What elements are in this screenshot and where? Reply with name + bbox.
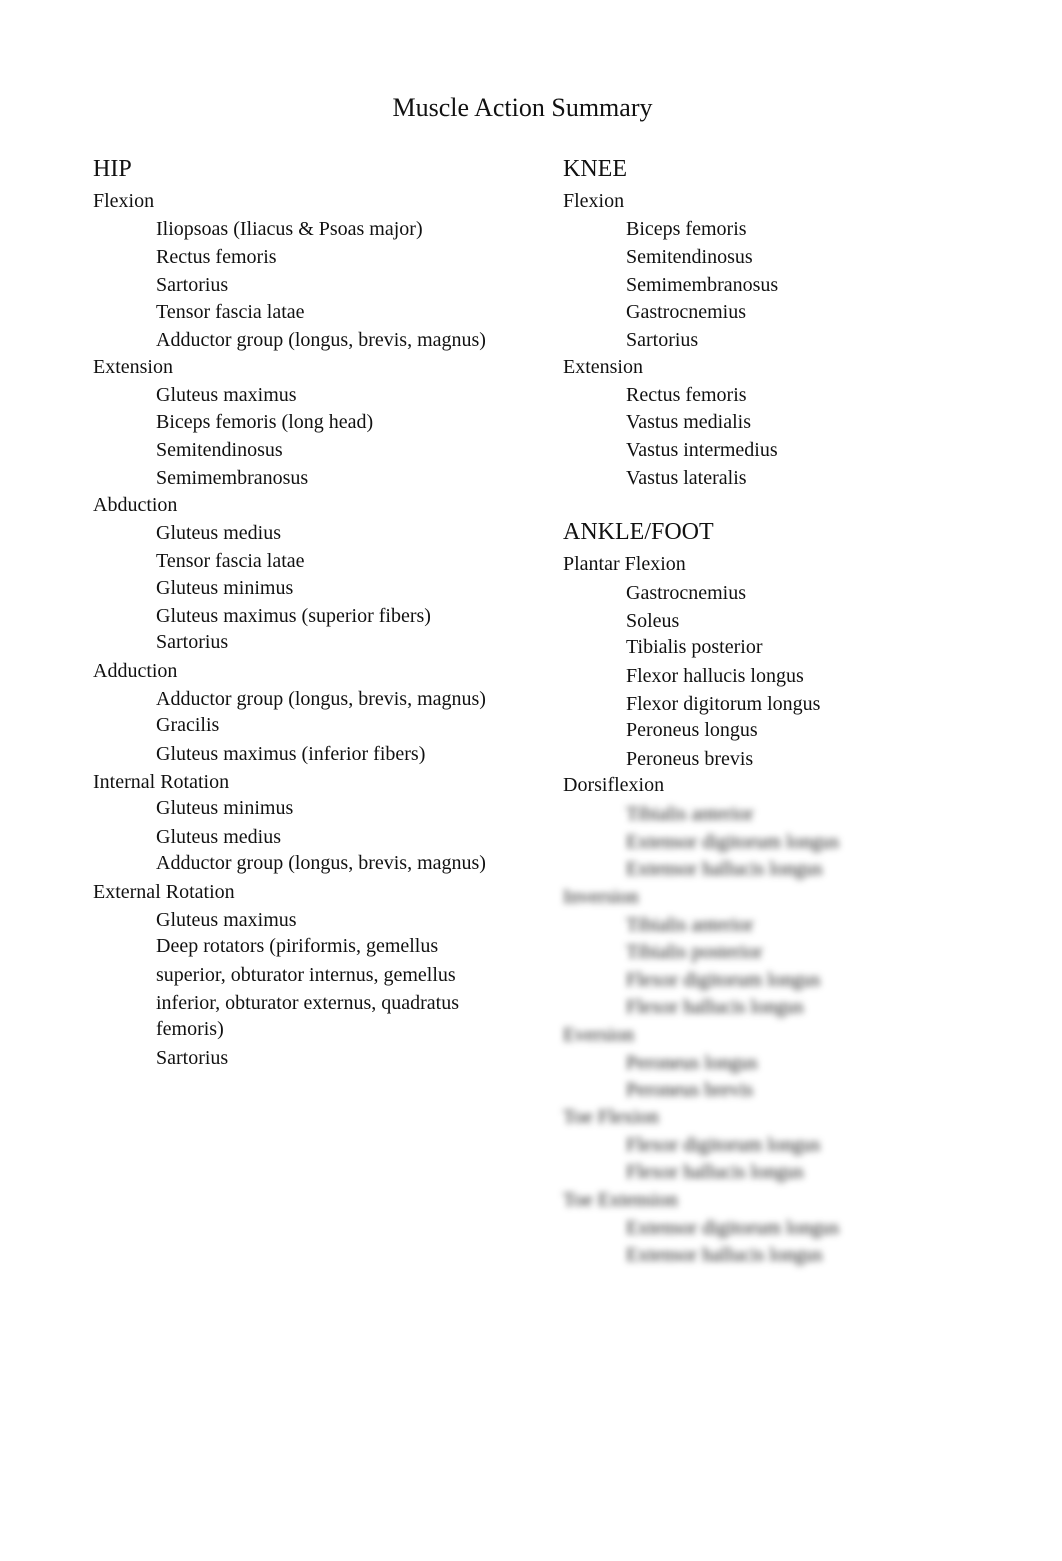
muscle-item: Flexor hallucis longus [626,996,804,1018]
action-heading: Adduction [93,660,178,682]
muscle-item: Biceps femoris [626,218,747,240]
action-heading: Toe Extension [563,1189,678,1211]
action-heading: External Rotation [93,881,235,903]
muscle-item: Flexor digitorum longus [626,969,821,991]
muscle-item: Gluteus maximus (inferior fibers) [156,743,426,765]
muscle-item: Biceps femoris (long head) [156,411,374,433]
muscle-item: Extensor digitorum longus [626,831,840,853]
muscle-item: Sartorius [156,631,229,653]
muscle-item: superior, obturator internus, gemellus [156,964,456,986]
muscle-item: Tibialis posterior [626,941,763,963]
action-heading: Extension [563,356,643,378]
muscle-item: Tibialis anterior [626,914,754,936]
action-heading: Extension [93,356,173,378]
muscle-item: Semimembranosus [156,467,309,489]
muscle-item: Vastus intermedius [626,439,778,461]
muscle-item: Extensor digitorum longus [626,1217,840,1239]
muscle-item: femoris) [156,1018,224,1040]
muscle-item: Gluteus maximus (superior fibers) [156,605,431,627]
muscle-item: Gluteus medius [156,522,281,544]
muscle-item: Adductor group (longus, brevis, magnus) [156,329,486,351]
muscle-item: Adductor group (longus, brevis, magnus) [156,852,486,874]
muscle-item: Semimembranosus [626,274,779,296]
muscle-item: Gluteus maximus [156,384,297,406]
muscle-item: Vastus medialis [626,411,751,433]
muscle-item: Sartorius [626,329,699,351]
muscle-item: Tibialis anterior [626,803,754,825]
muscle-item: inferior, obturator externus, quadratus [156,992,459,1014]
muscle-item: Deep rotators (piriformis, gemellus [156,935,439,957]
muscle-item: Gluteus medius [156,826,281,848]
muscle-item: Gastrocnemius [626,582,746,604]
action-heading: Inversion [563,886,639,908]
muscle-item: Extensor hallucis longus [626,858,823,880]
action-heading: Internal Rotation [93,771,230,793]
muscle-item: Gastrocnemius [626,301,746,323]
muscle-item: Gluteus maximus [156,909,297,931]
muscle-item: Peroneus longus [626,1052,758,1074]
muscle-item: Rectus femoris [626,384,747,406]
action-heading: Dorsiflexion [563,774,665,796]
muscle-item: Tibialis posterior [626,636,763,658]
muscle-item: Sartorius [156,274,229,296]
muscle-item: Tensor fascia latae [156,550,305,572]
muscle-item: Gluteus minimus [156,577,294,599]
muscle-item: Sartorius [156,1047,229,1069]
action-heading: Flexion [93,190,155,212]
action-heading: Eversion [563,1024,635,1046]
muscle-item: Rectus femoris [156,246,277,268]
section-heading: HIP [93,156,132,182]
action-heading: Toe Flexion [563,1106,659,1128]
muscle-item: Tensor fascia latae [156,301,305,323]
muscle-item: Semitendinosus [626,246,753,268]
muscle-item: Vastus lateralis [626,467,747,489]
muscle-item: Adductor group (longus, brevis, magnus) [156,688,486,710]
muscle-item: Peroneus brevis [626,748,754,770]
section-heading: KNEE [563,156,627,182]
muscle-item: Flexor hallucis longus [626,1161,804,1183]
action-heading: Flexion [563,190,625,212]
muscle-item: Peroneus longus [626,719,758,741]
action-heading: Abduction [93,494,178,516]
muscle-item: Semitendinosus [156,439,283,461]
muscle-item: Flexor hallucis longus [626,665,804,687]
action-heading: Plantar Flexion [563,553,686,575]
section-heading: ANKLE/FOOT [563,519,714,545]
muscle-item: Gluteus minimus [156,797,294,819]
muscle-item: Extensor hallucis longus [626,1244,823,1266]
muscle-item: Flexor digitorum longus [626,693,821,715]
muscle-item: Peroneus brevis [626,1079,754,1101]
muscle-item: Soleus [626,610,680,632]
page-title: Muscle Action Summary [392,93,653,122]
muscle-item: Flexor digitorum longus [626,1134,821,1156]
muscle-item: Iliopsoas (Iliacus & Psoas major) [156,218,423,240]
muscle-item: Gracilis [156,714,220,736]
